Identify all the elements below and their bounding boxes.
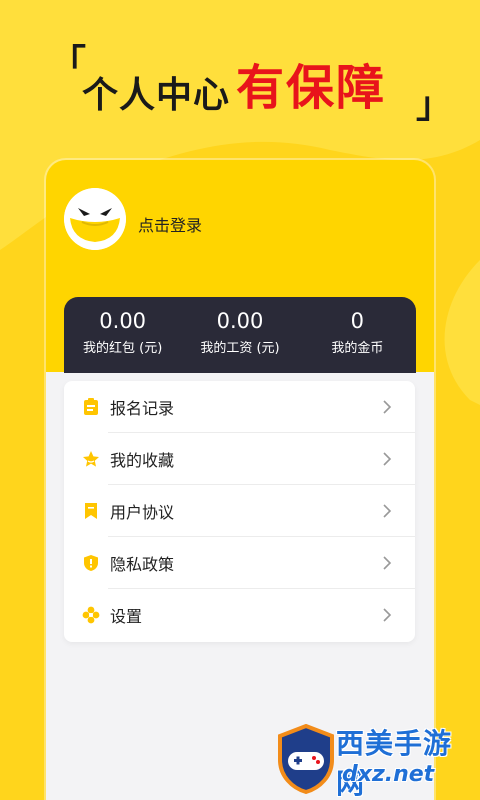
chevron-right-icon [375,499,399,523]
star-icon [82,450,100,468]
chevron-right-icon [375,551,399,575]
site-watermark: 西美手游网 dxz.net [276,712,480,800]
menu-item-signup-records[interactable]: 报名记录 [64,381,415,433]
promo-headline: 「 个人中心 有保障 」 [0,40,480,140]
wallet-stats: 0.00 我的红包 (元) 0.00 我的工资 (元) 0 我的金币 [64,297,416,373]
stat-value: 0 [350,309,364,333]
headline-bracket-close: 」 [416,85,453,126]
phone-screen: 点击登录 0.00 我的红包 (元) 0.00 我的工资 (元) 0 我的金币 … [46,160,434,800]
menu-item-label: 用户协议 [110,503,175,522]
menu-list: 报名记录 我的收藏 用户协议 隐私政策 设置 [64,381,415,642]
avatar[interactable] [64,188,126,250]
menu-item-label: 我的收藏 [110,451,175,470]
stat-wages[interactable]: 0.00 我的工资 (元) [181,297,298,373]
clipboard-icon [82,398,100,416]
shield-icon [82,554,100,572]
bookmark-icon [82,502,100,520]
menu-item-label: 隐私政策 [110,555,175,574]
stat-coins[interactable]: 0 我的金币 [299,297,416,373]
stat-label: 我的工资 (元) [200,341,280,356]
login-link[interactable]: 点击登录 [138,212,202,236]
watermark-url: dxz.net [342,762,435,787]
stat-label: 我的金币 [331,341,384,356]
menu-item-favorites[interactable]: 我的收藏 [64,433,415,485]
headline-bracket-open: 「 [50,43,87,84]
headline-text: 个人中心 [82,75,231,116]
menu-item-label: 设置 [110,607,143,626]
menu-item-label: 报名记录 [110,399,175,418]
menu-item-privacy-policy[interactable]: 隐私政策 [64,537,415,589]
chevron-right-icon [375,603,399,627]
headline-highlight: 有保障 [236,60,387,116]
menu-item-settings[interactable]: 设置 [64,589,415,641]
mascot-face-icon [64,188,126,250]
gamepad-shield-icon [278,724,334,794]
stat-value: 0.00 [216,309,264,333]
stat-red-packet[interactable]: 0.00 我的红包 (元) [64,297,181,373]
watermark-title: 西美手游网 [336,727,453,800]
settings-icon [82,606,100,624]
stat-value: 0.00 [99,309,147,333]
chevron-right-icon [375,447,399,471]
chevron-right-icon [375,395,399,419]
menu-item-user-agreement[interactable]: 用户协议 [64,485,415,537]
stat-label: 我的红包 (元) [83,341,163,356]
